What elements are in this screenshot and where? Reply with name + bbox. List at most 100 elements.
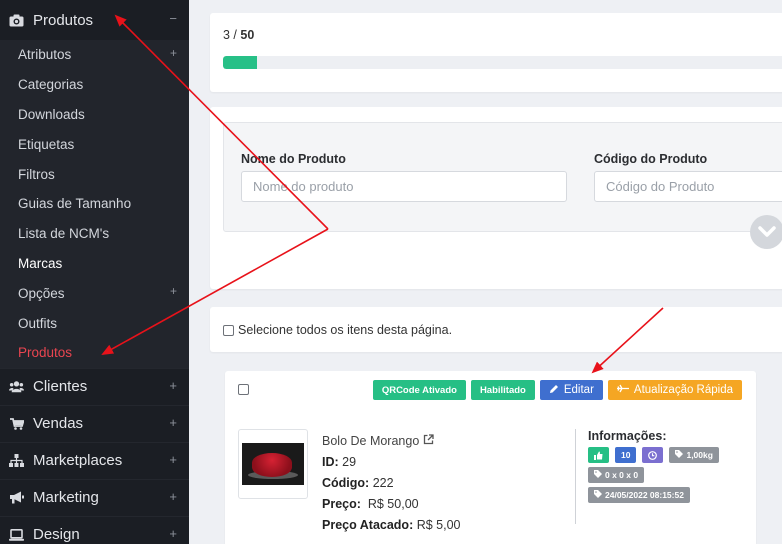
sidebar-item-label: Marketing bbox=[33, 489, 99, 507]
sidebar-item-label: Lista de NCM's bbox=[18, 226, 110, 242]
weight-badge: 1,00kg bbox=[669, 447, 719, 463]
thumbs-up-icon bbox=[594, 451, 603, 460]
camera-icon bbox=[9, 13, 24, 27]
filter-panel: Nome do Produto Código do Produto bbox=[223, 122, 782, 232]
select-all-row: Selecione todos os itens desta página. bbox=[223, 323, 452, 337]
info-tags-row-1: 10 1,00kg bbox=[588, 447, 748, 463]
date-badge: 24/05/2022 08:15:52 bbox=[588, 487, 690, 503]
sidebar-item-vendas[interactable]: Vendas + bbox=[0, 404, 189, 442]
product-card: QRCode Ativado Habilitado Editar Atualiz… bbox=[225, 371, 756, 544]
progress-current: 3 bbox=[223, 28, 230, 42]
sidebar-item-downloads[interactable]: Downloads bbox=[0, 100, 189, 130]
sidebar-item-etiquetas[interactable]: Etiquetas bbox=[0, 129, 189, 159]
sidebar-item-label: Atributos bbox=[18, 47, 72, 63]
sidebar-item-clientes[interactable]: Clientes + bbox=[0, 367, 189, 405]
clock-badge bbox=[642, 447, 664, 463]
product-select-checkbox[interactable] bbox=[238, 384, 249, 395]
expand-icon[interactable]: + bbox=[169, 452, 177, 467]
dimensions-badge: 0 x 0 x 0 bbox=[588, 467, 645, 483]
sidebar-item-label: Marcas bbox=[18, 255, 63, 271]
select-all-card: Selecione todos os itens desta página. bbox=[210, 307, 782, 352]
chevron-down-icon bbox=[758, 226, 776, 237]
sidebar-item-lista-de-ncms[interactable]: Lista de NCM's bbox=[0, 219, 189, 249]
product-name-label: Nome do Produto bbox=[241, 152, 346, 166]
tag-icon bbox=[594, 470, 602, 480]
product-name: Bolo De Morango bbox=[322, 434, 420, 448]
product-price-label: Preço: bbox=[322, 497, 361, 511]
edit-button-label: Editar bbox=[563, 384, 594, 396]
tag-icon bbox=[594, 490, 602, 500]
pencil-icon bbox=[549, 384, 559, 397]
sidebar-item-label: Etiquetas bbox=[18, 136, 75, 152]
sidebar-item-categorias[interactable]: Categorias bbox=[0, 70, 189, 100]
select-all-checkbox[interactable] bbox=[223, 324, 234, 336]
product-code-label: Código do Produto bbox=[594, 152, 708, 166]
info-title: Informações: bbox=[588, 429, 667, 443]
sidebar-item-produtos-group[interactable]: Produtos − bbox=[0, 0, 189, 40]
details-divider bbox=[575, 429, 576, 524]
sidebar-item-label: Marketplaces bbox=[33, 452, 123, 470]
product-code-row: Código: 222 bbox=[322, 473, 461, 494]
sidebar-item-opcoes[interactable]: Opções + bbox=[0, 278, 189, 308]
product-id-row: ID: 29 bbox=[322, 452, 461, 473]
sidebar-item-label: Guias de Tamanho bbox=[18, 196, 132, 212]
sidebar-item-marketing[interactable]: Marketing + bbox=[0, 478, 189, 516]
sidebar: Produtos − Atributos + Categorias Downloa… bbox=[0, 0, 189, 544]
external-link-icon[interactable] bbox=[423, 434, 434, 448]
product-actions: QRCode Ativado Habilitado Editar Atualiz… bbox=[372, 380, 742, 400]
sidebar-item-atributos[interactable]: Atributos + bbox=[0, 40, 189, 70]
product-id-label: ID: bbox=[322, 455, 339, 469]
sidebar-item-label: Design bbox=[33, 526, 80, 544]
progress-bar bbox=[223, 56, 782, 69]
produtos-submenu: Atributos + Categorias Downloads Etiqueta… bbox=[0, 40, 189, 368]
bullhorn-icon bbox=[9, 491, 24, 505]
sitemap-icon bbox=[9, 454, 24, 468]
collapse-icon[interactable]: − bbox=[169, 11, 177, 26]
edit-button[interactable]: Editar bbox=[539, 380, 603, 400]
plane-icon bbox=[616, 384, 629, 396]
sidebar-item-label: Opções bbox=[18, 285, 65, 301]
quick-update-button[interactable]: Atualização Rápida bbox=[607, 380, 742, 400]
sidebar-item-marketplaces[interactable]: Marketplaces + bbox=[0, 441, 189, 479]
expand-icon[interactable]: + bbox=[170, 46, 177, 60]
info-tags-row-3: 24/05/2022 08:15:52 bbox=[588, 487, 748, 503]
expand-icon[interactable]: + bbox=[169, 415, 177, 430]
sidebar-item-produtos[interactable]: Produtos bbox=[0, 338, 189, 368]
sidebar-item-design[interactable]: Design + bbox=[0, 515, 189, 544]
thumbs-up-badge bbox=[588, 447, 609, 463]
progress-card: 3 / 50 bbox=[210, 13, 782, 92]
filter-toggle-button[interactable] bbox=[750, 215, 782, 249]
users-icon bbox=[9, 380, 24, 394]
product-name-input[interactable] bbox=[241, 171, 567, 202]
sidebar-item-guias-de-tamanho[interactable]: Guias de Tamanho bbox=[0, 189, 189, 219]
expand-icon[interactable]: + bbox=[169, 378, 177, 393]
weight-value: 1,00kg bbox=[686, 450, 713, 460]
product-code: 222 bbox=[372, 476, 394, 490]
filter-card: Nome do Produto Código do Produto bbox=[210, 107, 782, 289]
date-value: 24/05/2022 08:15:52 bbox=[605, 490, 684, 500]
progress-bar-fill bbox=[223, 56, 258, 69]
sidebar-item-marcas[interactable]: Marcas bbox=[0, 249, 189, 279]
sidebar-item-outfits[interactable]: Outfits bbox=[0, 308, 189, 338]
product-thumbnail[interactable] bbox=[238, 429, 308, 499]
expand-icon[interactable]: + bbox=[170, 284, 177, 298]
product-wholesale-label: Preço Atacado: bbox=[322, 518, 414, 532]
product-details: Bolo De Morango ID: 29 Código: 222 Preço… bbox=[322, 431, 461, 536]
product-image bbox=[242, 443, 304, 485]
expand-icon[interactable]: + bbox=[169, 489, 177, 504]
clock-icon bbox=[648, 450, 658, 460]
count-badge: 10 bbox=[615, 447, 637, 463]
expand-icon[interactable]: + bbox=[169, 526, 177, 541]
enabled-status-badge[interactable]: Habilitado bbox=[470, 380, 535, 400]
sidebar-item-filtros[interactable]: Filtros bbox=[0, 159, 189, 189]
progress-counter: 3 / 50 bbox=[223, 28, 254, 42]
sidebar-group-label: Produtos bbox=[33, 11, 94, 29]
product-id: 29 bbox=[342, 455, 357, 469]
product-wholesale-row: Preço Atacado: R$ 5,00 bbox=[322, 515, 461, 536]
qrcode-status-badge[interactable]: QRCode Ativado bbox=[372, 380, 466, 400]
select-all-label: Selecione todos os itens desta página. bbox=[238, 323, 453, 337]
info-tags-row-2: 0 x 0 x 0 bbox=[588, 467, 748, 483]
sidebar-item-label: Outfits bbox=[18, 315, 58, 331]
product-price-row: Preço: R$ 50,00 bbox=[322, 494, 461, 515]
product-code-input[interactable] bbox=[594, 171, 782, 202]
